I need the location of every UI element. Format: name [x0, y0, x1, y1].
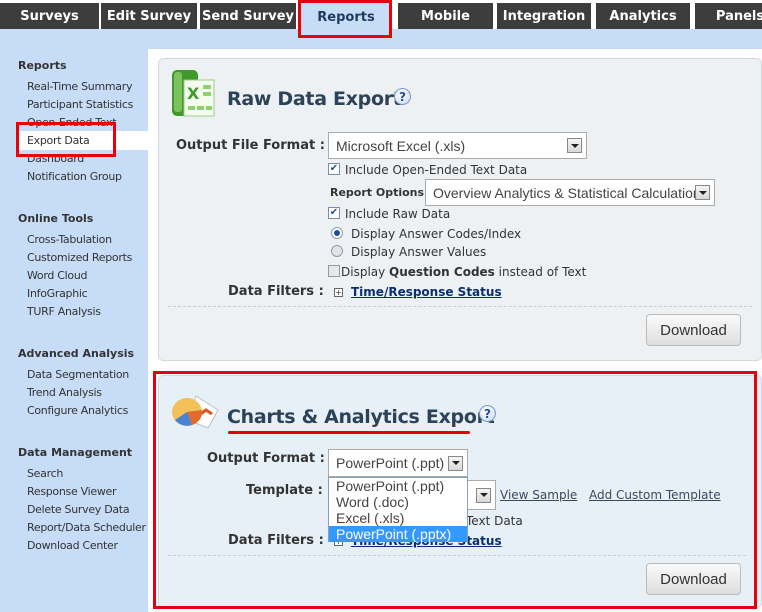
tab-edit-survey[interactable]: Edit Survey: [101, 3, 197, 29]
include-raw-data-checkbox[interactable]: ✔: [328, 207, 340, 219]
tab-analytics[interactable]: Analytics: [596, 3, 690, 29]
divider: [168, 306, 752, 307]
template-label: Template :: [246, 483, 323, 498]
chevron-down-icon: [567, 138, 582, 153]
sidebar-item-search[interactable]: Search: [27, 467, 63, 480]
question-codes-checkbox[interactable]: [328, 265, 340, 277]
top-navigation: Surveys Edit Survey Send Survey Reports …: [0, 0, 762, 34]
include-raw-data-label: Include Raw Data: [345, 207, 451, 221]
report-options-value: Overview Analytics & Statistical Calcula…: [433, 184, 708, 201]
sidebar-item-data-segmentation[interactable]: Data Segmentation: [27, 368, 129, 381]
sidebar: Reports Real-Time Summary Participant St…: [0, 49, 148, 612]
sidebar-item-cross-tabulation[interactable]: Cross-Tabulation: [27, 233, 112, 246]
include-open-ended-label: Include Open-Ended Text Data: [345, 163, 528, 177]
sidebar-item-export-data[interactable]: Export Data: [27, 134, 90, 147]
expand-plus-icon[interactable]: +: [334, 288, 343, 297]
display-answer-values-label: Display Answer Values: [351, 245, 487, 259]
output-format-value: PowerPoint (.ppt): [336, 455, 445, 471]
time-response-status-link[interactable]: Time/Response Status: [351, 285, 502, 299]
sidebar-item-customized-reports[interactable]: Customized Reports: [27, 251, 132, 264]
output-format-select[interactable]: PowerPoint (.ppt): [328, 449, 468, 477]
tab-panels[interactable]: Panels: [695, 3, 762, 29]
charts-data-filters-label: Data Filters :: [228, 533, 324, 548]
sidebar-item-participant-statistics[interactable]: Participant Statistics: [27, 98, 133, 111]
output-file-format-value: Microsoft Excel (.xls): [336, 137, 466, 154]
chevron-down-icon: [695, 185, 710, 200]
sidebar-heading-reports: Reports: [18, 59, 67, 72]
question-codes-prefix: Display: [341, 265, 390, 279]
charts-export-help-icon[interactable]: ?: [479, 405, 496, 422]
sidebar-item-real-time-summary[interactable]: Real-Time Summary: [27, 80, 132, 93]
chevron-down-icon: [476, 487, 491, 503]
output-format-label: Output Format :: [207, 451, 325, 466]
sidebar-heading-data-management: Data Management: [18, 446, 133, 459]
display-answer-values-radio[interactable]: [331, 245, 343, 257]
tab-mobile[interactable]: Mobile: [398, 3, 493, 29]
dropdown-option-doc[interactable]: Word (.doc): [329, 494, 467, 510]
sidebar-item-download-center[interactable]: Download Center: [27, 539, 118, 552]
report-options-select[interactable]: Overview Analytics & Statistical Calcula…: [425, 179, 715, 206]
output-file-format-label: Output File Format :: [176, 138, 325, 153]
chevron-down-icon: [448, 455, 463, 471]
nav-underband: [0, 29, 762, 49]
raw-data-export-title: Raw Data Export: [227, 88, 402, 110]
dropdown-option-ppt[interactable]: PowerPoint (.ppt): [329, 478, 467, 494]
tab-surveys[interactable]: Surveys: [0, 3, 99, 29]
svg-text:X: X: [187, 84, 200, 103]
sidebar-item-infographic[interactable]: InfoGraphic: [27, 287, 88, 300]
output-format-dropdown: PowerPoint (.ppt) Word (.doc) Excel (.xl…: [328, 477, 468, 542]
question-codes-suffix: instead of Text: [494, 265, 587, 279]
sidebar-heading-advanced-analysis: Advanced Analysis: [18, 347, 135, 360]
include-open-ended-partial-label: Text Data: [466, 514, 523, 528]
sidebar-item-configure-analytics[interactable]: Configure Analytics: [27, 404, 128, 417]
sidebar-item-report-data-scheduler[interactable]: Report/Data Scheduler: [27, 521, 146, 534]
question-codes-label: Display Question Codes instead of Text: [341, 265, 586, 279]
sidebar-item-turf-analysis[interactable]: TURF Analysis: [27, 305, 101, 318]
dropdown-option-xls[interactable]: Excel (.xls): [329, 510, 467, 526]
charts-download-button[interactable]: Download: [646, 563, 741, 595]
sidebar-item-trend-analysis[interactable]: Trend Analysis: [27, 386, 102, 399]
raw-download-button[interactable]: Download: [646, 314, 741, 346]
sidebar-item-delete-survey-data[interactable]: Delete Survey Data: [27, 503, 130, 516]
sidebar-item-dashboard[interactable]: Dashboard: [27, 152, 84, 165]
output-file-format-select[interactable]: Microsoft Excel (.xls): [328, 132, 587, 159]
tab-send-survey[interactable]: Send Survey: [200, 3, 296, 29]
data-filters-label: Data Filters :: [228, 284, 324, 299]
display-answer-codes-label: Display Answer Codes/Index: [351, 227, 522, 241]
dropdown-option-pptx[interactable]: PowerPoint (.pptx): [329, 526, 467, 542]
sidebar-item-open-ended-text[interactable]: Open-Ended Text: [27, 116, 117, 129]
add-custom-template-link[interactable]: Add Custom Template: [589, 488, 721, 502]
title-annotation-underline: [228, 431, 470, 434]
display-answer-codes-radio[interactable]: [331, 227, 343, 239]
sidebar-heading-online-tools: Online Tools: [18, 212, 94, 225]
excel-icon: X: [172, 70, 215, 117]
question-codes-bold: Question Codes: [389, 265, 495, 279]
view-sample-link[interactable]: View Sample: [500, 488, 577, 502]
charts-pie-icon: [172, 395, 219, 429]
sidebar-item-word-cloud[interactable]: Word Cloud: [27, 269, 88, 282]
sidebar-item-notification-group[interactable]: Notification Group: [27, 170, 122, 183]
charts-analytics-export-title: Charts & Analytics Export: [227, 406, 495, 428]
report-options-label: Report Options:: [330, 186, 429, 199]
divider: [168, 555, 746, 556]
include-open-ended-checkbox[interactable]: ✔: [328, 163, 340, 175]
tab-integration[interactable]: Integration: [497, 3, 591, 29]
raw-export-help-icon[interactable]: ?: [394, 88, 411, 105]
sidebar-item-response-viewer[interactable]: Response Viewer: [27, 485, 117, 498]
